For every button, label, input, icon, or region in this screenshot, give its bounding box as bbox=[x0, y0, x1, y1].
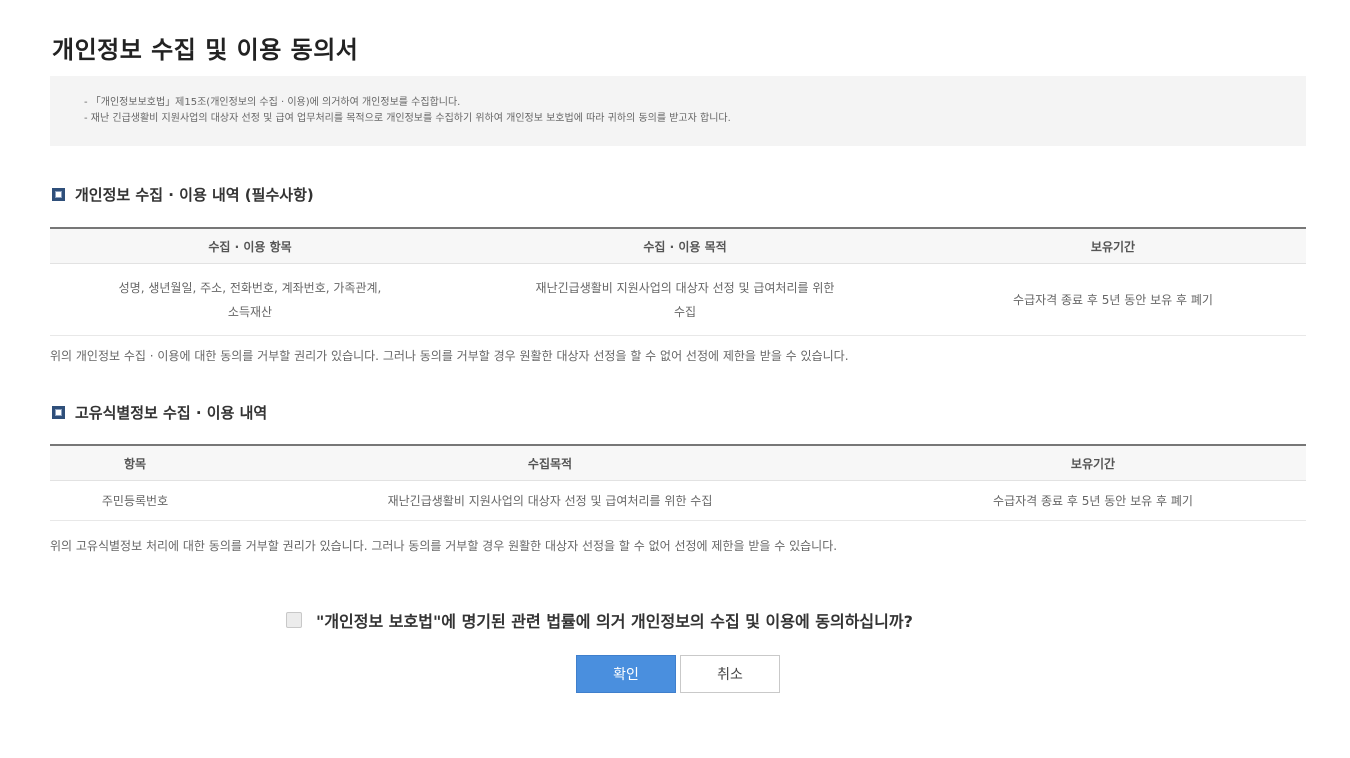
refusal-notice: 위의 고유식별정보 처리에 대한 동의를 거부할 권리가 있습니다. 그러나 동… bbox=[50, 539, 838, 553]
cell-text: 성명, 생년월일, 주소, 전화번호, 계좌번호, 가족관계, bbox=[118, 280, 382, 295]
square-bullet-icon bbox=[52, 188, 65, 201]
cancel-button[interactable]: 취소 bbox=[680, 655, 780, 693]
cell-text: 재난긴급생활비 지원사업의 대상자 선정 및 급여처리를 위한 bbox=[535, 280, 835, 295]
table-header-cell: 수집 · 이용 목적 bbox=[450, 228, 920, 264]
table-header-row: 항목 수집목적 보유기간 bbox=[50, 445, 1306, 481]
section-title-text: 고유식별정보 수집 · 이용 내역 bbox=[75, 404, 268, 422]
notice-line: - 재난 긴급생활비 지원사업의 대상자 선정 및 급여 업무처리를 목적으로 … bbox=[84, 113, 731, 124]
cell-text: 소득재산 bbox=[227, 304, 273, 319]
page-title: 개인정보 수집 및 이용 동의서 bbox=[52, 36, 359, 64]
agreement-question: "개인정보 보호법"에 명기된 관련 법률에 의거 개인정보의 수집 및 이용에… bbox=[316, 612, 913, 631]
table-header-row: 수집 · 이용 항목 수집 · 이용 목적 보유기간 bbox=[50, 228, 1306, 264]
table-cell-period: 수급자격 종료 후 5년 동안 보유 후 폐기 bbox=[920, 263, 1306, 336]
notice-line: - 「개인정보보호법」제15조(개인정보의 수집 · 이용)에 의거하여 개인정… bbox=[84, 97, 461, 108]
square-bullet-icon bbox=[52, 406, 65, 419]
section-title-unique-id: 고유식별정보 수집 · 이용 내역 bbox=[52, 402, 267, 423]
table-cell-purpose: 재난긴급생활비 지원사업의 대상자 선정 및 급여처리를 위한 수집 bbox=[450, 263, 920, 336]
table-cell-items: 성명, 생년월일, 주소, 전화번호, 계좌번호, 가족관계, 소득재산 bbox=[50, 263, 450, 336]
table-header-cell: 수집목적 bbox=[220, 445, 880, 481]
table-cell-item: 주민등록번호 bbox=[50, 480, 220, 521]
table-row: 주민등록번호 재난긴급생활비 지원사업의 대상자 선정 및 급여처리를 위한 수… bbox=[50, 480, 1306, 521]
agreement-row: "개인정보 보호법"에 명기된 관련 법률에 의거 개인정보의 수집 및 이용에… bbox=[286, 608, 913, 632]
cell-text: 수집 bbox=[673, 304, 697, 319]
table-header-cell: 보유기간 bbox=[880, 445, 1306, 481]
table-cell-purpose: 재난긴급생활비 지원사업의 대상자 선정 및 급여처리를 위한 수집 bbox=[220, 480, 880, 521]
table-cell-period: 수급자격 종료 후 5년 동안 보유 후 폐기 bbox=[880, 480, 1306, 521]
section-title-text: 개인정보 수집 · 이용 내역 (필수사항) bbox=[75, 186, 314, 204]
table-header-cell: 수집 · 이용 항목 bbox=[50, 228, 450, 264]
table-row: 성명, 생년월일, 주소, 전화번호, 계좌번호, 가족관계, 소득재산 재난긴… bbox=[50, 263, 1306, 336]
agree-checkbox[interactable] bbox=[286, 612, 302, 628]
table-header-cell: 보유기간 bbox=[920, 228, 1306, 264]
table-header-cell: 항목 bbox=[50, 445, 220, 481]
notice-box: - 「개인정보보호법」제15조(개인정보의 수집 · 이용)에 의거하여 개인정… bbox=[50, 76, 1306, 146]
personal-info-table: 수집 · 이용 항목 수집 · 이용 목적 보유기간 성명, 생년월일, 주소,… bbox=[50, 227, 1306, 336]
confirm-button[interactable]: 확인 bbox=[576, 655, 676, 693]
refusal-notice: 위의 개인정보 수집 · 이용에 대한 동의를 거부할 권리가 있습니다. 그러… bbox=[50, 349, 849, 363]
section-title-personal-info: 개인정보 수집 · 이용 내역 (필수사항) bbox=[52, 184, 314, 205]
unique-id-table: 항목 수집목적 보유기간 주민등록번호 재난긴급생활비 지원사업의 대상자 선정… bbox=[50, 444, 1306, 521]
